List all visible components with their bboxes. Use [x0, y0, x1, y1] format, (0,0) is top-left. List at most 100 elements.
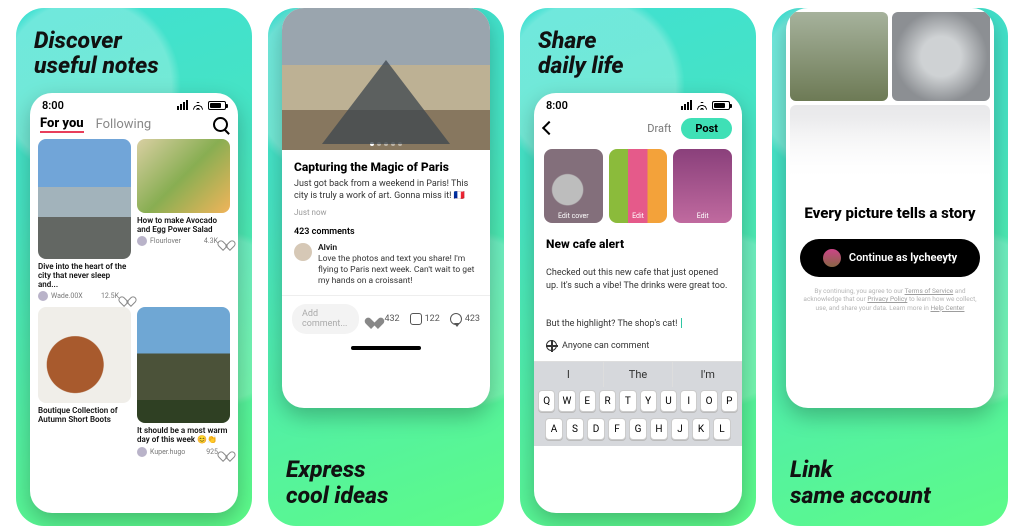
post-body: Just got back from a weekend in Paris! T… — [282, 178, 490, 202]
key[interactable]: I — [680, 390, 697, 412]
media-label: Edit — [697, 212, 709, 220]
key[interactable]: H — [650, 418, 668, 440]
compose-body[interactable]: Checked out this new cafe that just open… — [534, 255, 742, 331]
avatar — [137, 236, 147, 246]
heart-icon[interactable] — [221, 447, 230, 456]
avatar — [294, 243, 312, 261]
status-bar: 8:00 — [30, 93, 238, 114]
key[interactable]: T — [619, 390, 636, 412]
legal-link-terms[interactable]: Terms of Service — [905, 287, 954, 295]
card-thumb — [38, 139, 131, 259]
comments-button[interactable]: 423 — [450, 313, 480, 325]
predictive-row[interactable]: I The I'm — [534, 361, 742, 387]
panel-discover: Discover useful notes 8:00 For you Follo… — [16, 8, 252, 526]
comment-item[interactable]: Alvin Love the photos and text you share… — [282, 243, 490, 295]
feed-card[interactable]: Dive into the heart of the city that nev… — [38, 139, 131, 302]
status-bar: 8:00 — [534, 93, 742, 114]
avatar — [823, 249, 841, 267]
media-label: Edit — [632, 212, 644, 220]
comment-text: Love the photos and text you share! I'm … — [318, 254, 474, 286]
key[interactable]: U — [660, 390, 677, 412]
feed-card[interactable]: It should be a most warm day of this wee… — [137, 307, 230, 456]
photo-collage — [786, 8, 994, 198]
card-thumb — [137, 139, 230, 213]
media-label: Edit cover — [558, 212, 589, 220]
card-caption: How to make Avocado and Egg Power Salad — [137, 216, 230, 234]
draft-button[interactable]: Draft — [647, 122, 671, 135]
key[interactable]: D — [587, 418, 605, 440]
compose-header: Draft Post — [534, 114, 742, 143]
permission-row[interactable]: Anyone can comment — [534, 330, 742, 361]
tab-following[interactable]: Following — [96, 117, 152, 132]
key[interactable]: W — [558, 390, 575, 412]
heart-icon — [369, 313, 381, 325]
globe-icon — [546, 340, 557, 351]
key[interactable]: S — [566, 418, 584, 440]
predict-item[interactable]: I'm — [672, 362, 742, 387]
panel-share: Share daily life 8:00 Draft Post Edit co… — [520, 8, 756, 526]
legal-link-help[interactable]: Help Center — [930, 304, 964, 312]
legal-text: By continuing, you agree to our Terms of… — [786, 287, 994, 320]
key[interactable]: R — [599, 390, 616, 412]
home-indicator — [351, 346, 421, 350]
heart-icon[interactable] — [221, 236, 230, 245]
permission-label: Anyone can comment — [562, 341, 649, 351]
key[interactable]: F — [608, 418, 626, 440]
post-button[interactable]: Post — [681, 118, 732, 139]
add-comment-input[interactable]: Add comment... — [292, 304, 359, 334]
media-thumb[interactable]: Edit cover — [544, 149, 603, 223]
key[interactable]: K — [692, 418, 710, 440]
card-caption: Dive into the heart of the city that nev… — [38, 262, 131, 290]
wifi-icon — [696, 101, 708, 110]
post-timestamp: Just now — [282, 202, 490, 223]
keyboard[interactable]: I The I'm QWERTYUIOP ASDFGHJKL — [534, 361, 742, 446]
cta-prefix: Continue as — [849, 251, 910, 264]
media-thumb[interactable]: Edit — [673, 149, 732, 223]
key[interactable]: Q — [538, 390, 555, 412]
search-icon[interactable] — [213, 117, 228, 132]
phone-post: Capturing the Magic of Paris Just got ba… — [282, 8, 490, 408]
signal-icon — [177, 100, 188, 110]
avatar — [137, 447, 147, 457]
heart-icon[interactable] — [122, 292, 131, 301]
media-thumb[interactable]: Edit — [609, 149, 668, 223]
headline-link: Link same account — [772, 443, 1008, 526]
cta-user: lycheeyty — [910, 251, 957, 264]
key[interactable]: P — [721, 390, 738, 412]
comments-header: 423 comments — [282, 223, 490, 243]
card-caption: Boutique Collection of Autumn Short Boot… — [38, 406, 131, 424]
card-user: Wade.00X — [51, 292, 83, 300]
key[interactable]: L — [713, 418, 731, 440]
key[interactable]: Y — [640, 390, 657, 412]
post-hero-image[interactable] — [282, 8, 490, 150]
key[interactable]: O — [700, 390, 717, 412]
like-button[interactable]: 432 — [369, 313, 399, 325]
onboard-title: Every picture tells a story — [786, 198, 994, 229]
predict-item[interactable]: The — [603, 362, 673, 387]
key[interactable]: A — [545, 418, 563, 440]
card-thumb — [38, 307, 131, 403]
tab-for-you[interactable]: For you — [40, 116, 84, 133]
cta-label: Continue as lycheeyty — [849, 251, 957, 264]
key[interactable]: E — [579, 390, 596, 412]
feed-tabs: For you Following — [30, 114, 238, 139]
phone-onboard: Every picture tells a story Continue as … — [786, 8, 994, 408]
predict-item[interactable]: I — [534, 362, 603, 387]
compose-title[interactable]: New cafe alert — [534, 229, 742, 255]
key[interactable]: J — [671, 418, 689, 440]
save-count: 122 — [425, 314, 440, 324]
legal-link-privacy[interactable]: Privacy Policy — [867, 295, 907, 303]
carousel-dots[interactable] — [370, 142, 402, 146]
card-user: Kuper.hugo — [150, 448, 185, 456]
card-likes: 4.3K — [204, 237, 218, 245]
key-row: QWERTYUIOP — [534, 387, 742, 415]
back-icon[interactable] — [542, 121, 556, 135]
continue-button[interactable]: Continue as lycheeyty — [800, 239, 980, 277]
compose-line2: But the highlight? The shop's cat! — [546, 319, 680, 329]
feed-card[interactable]: How to make Avocado and Egg Power Salad … — [137, 139, 230, 302]
text-cursor — [681, 318, 682, 328]
feed-card[interactable]: Boutique Collection of Autumn Short Boot… — [38, 307, 131, 456]
collage-fade — [786, 118, 994, 198]
save-button[interactable]: 122 — [410, 313, 440, 325]
key[interactable]: G — [629, 418, 647, 440]
